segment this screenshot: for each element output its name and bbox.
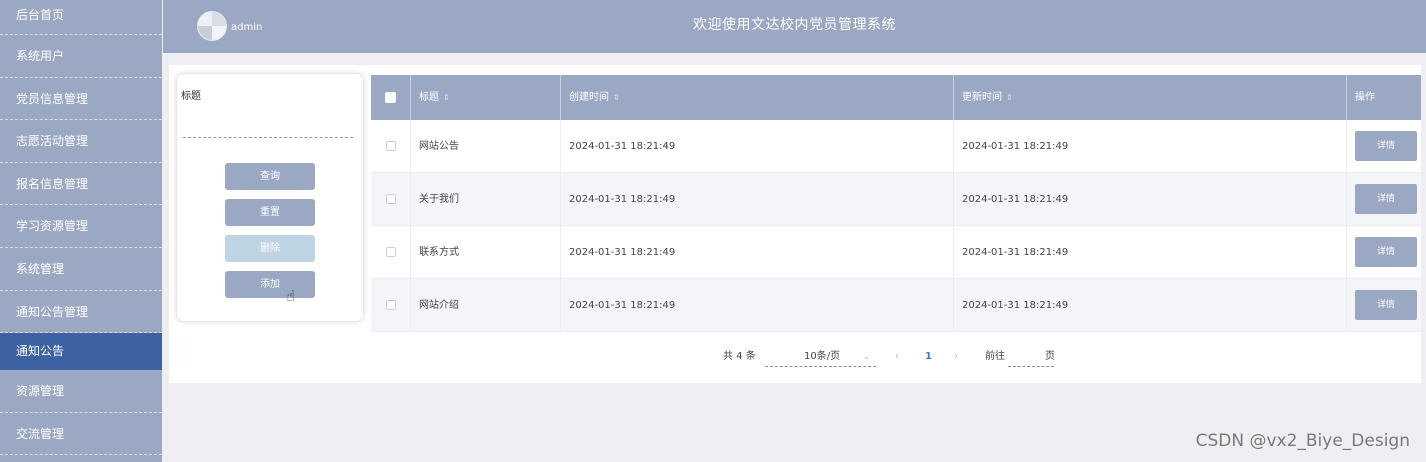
column-created-label: 创建时间 [569,92,609,103]
table-row: 网站公告 2024-01-31 18:21:49 2024-01-31 18:2… [371,120,1421,173]
cell-title: 联系方式 [411,226,561,279]
prev-page-icon[interactable]: ‹ [895,349,899,365]
select-all-checkbox[interactable] [385,91,396,103]
goto-label: 前往 [985,351,1005,362]
cell-updated: 2024-01-31 18:21:49 [954,226,1347,279]
detail-button[interactable]: 详情 [1355,290,1417,320]
sidebar-item-registration-info[interactable]: 报名信息管理 [0,163,162,206]
page-size-select[interactable]: 10条/页 ⌄ [765,349,876,367]
column-header-title[interactable]: 标题 ⇕ [411,75,561,120]
row-select-cell [371,173,411,226]
cell-actions: 详情 [1347,226,1421,279]
search-card: 标题 查询 重置 删除 添加 ☝ [176,73,364,322]
sidebar-item-notice-management[interactable]: 通知公告管理 [0,291,162,334]
sidebar-item-communication-management[interactable]: 交流管理 [0,413,162,456]
total-count: 共 4 条 [723,351,756,362]
row-checkbox[interactable] [385,300,396,310]
delete-button[interactable]: 删除 [225,235,315,262]
sidebar-item-member-info[interactable]: 党员信息管理 [0,78,162,121]
row-checkbox[interactable] [385,247,396,257]
cell-title: 关于我们 [411,173,561,226]
top-header: admin 欢迎使用文达校内党员管理系统 [163,0,1426,53]
table-row: 网站介绍 2024-01-31 18:21:49 2024-01-31 18:2… [371,279,1421,332]
cell-actions: 详情 [1347,173,1421,226]
detail-button[interactable]: 详情 [1355,131,1417,161]
column-header-updated[interactable]: 更新时间 ⇕ [954,75,1347,120]
reset-button[interactable]: 重置 [225,199,315,226]
row-checkbox[interactable] [385,141,396,151]
sidebar: 后台首页 系统用户 党员信息管理 志愿活动管理 报名信息管理 学习资源管理 系统… [0,0,162,462]
row-select-cell [371,120,411,173]
page-number-current[interactable]: 1 [925,349,932,365]
row-select-cell [371,226,411,279]
cell-created: 2024-01-31 18:21:49 [561,120,954,173]
main-panel: 标题 查询 重置 删除 添加 ☝ 标题 ⇕ 创建时间 ⇕ 更新时间 ⇕ 操作 网站公告… [169,65,1421,383]
cell-actions: 详情 [1347,279,1421,332]
row-select-cell [371,279,411,332]
detail-button[interactable]: 详情 [1355,184,1417,214]
cell-actions: 详情 [1347,120,1421,173]
title-field-label: 标题 [181,91,201,102]
table-row: 关于我们 2024-01-31 18:21:49 2024-01-31 18:2… [371,173,1421,226]
select-all-cell [371,75,411,120]
cell-title: 网站公告 [411,120,561,173]
cell-updated: 2024-01-31 18:21:49 [954,279,1347,332]
next-page-icon[interactable]: › [954,349,958,365]
sidebar-item-system-management[interactable]: 系统管理 [0,248,162,291]
column-title-label: 标题 [419,92,439,103]
sidebar-item-system-users[interactable]: 系统用户 [0,35,162,78]
sort-icon[interactable]: ⇕ [443,93,450,102]
sidebar-item-volunteer-activities[interactable]: 志愿活动管理 [0,120,162,163]
table-row: 联系方式 2024-01-31 18:21:49 2024-01-31 18:2… [371,226,1421,279]
detail-button[interactable]: 详情 [1355,237,1417,267]
sort-icon[interactable]: ⇕ [1006,93,1013,102]
query-button[interactable]: 查询 [225,163,315,190]
cell-updated: 2024-01-31 18:21:49 [954,120,1347,173]
cell-created: 2024-01-31 18:21:49 [561,173,954,226]
page-unit-label: 页 [1045,351,1055,362]
cell-updated: 2024-01-31 18:21:49 [954,173,1347,226]
row-checkbox[interactable] [385,194,396,204]
sidebar-item-home[interactable]: 后台首页 [0,0,162,35]
table-header: 标题 ⇕ 创建时间 ⇕ 更新时间 ⇕ 操作 [371,75,1421,120]
column-updated-label: 更新时间 [962,92,1002,103]
hand-cursor-icon: ☝ [286,287,296,305]
watermark: CSDN @vx2_Biye_Design [1195,431,1410,451]
cell-created: 2024-01-31 18:21:49 [561,279,954,332]
sidebar-item-learning-resources[interactable]: 学习资源管理 [0,205,162,248]
chevron-down-icon: ⌄ [862,352,870,362]
sort-icon[interactable]: ⇕ [613,93,620,102]
column-actions-label: 操作 [1355,92,1375,103]
cell-created: 2024-01-31 18:21:49 [561,226,954,279]
column-header-actions: 操作 [1347,75,1421,120]
page-title: 欢迎使用文达校内党员管理系统 [693,17,896,33]
add-button[interactable]: 添加 [225,271,315,298]
column-header-created[interactable]: 创建时间 ⇕ [561,75,954,120]
page-size-value: 10条/页 [804,351,841,362]
sidebar-item-notices[interactable]: 通知公告 [0,333,162,371]
notice-table: 标题 ⇕ 创建时间 ⇕ 更新时间 ⇕ 操作 网站公告 2024-01-31 18:21… [371,75,1421,332]
cell-title: 网站介绍 [411,279,561,332]
sidebar-item-resource-management[interactable]: 资源管理 [0,370,162,413]
title-search-input[interactable] [183,112,353,138]
